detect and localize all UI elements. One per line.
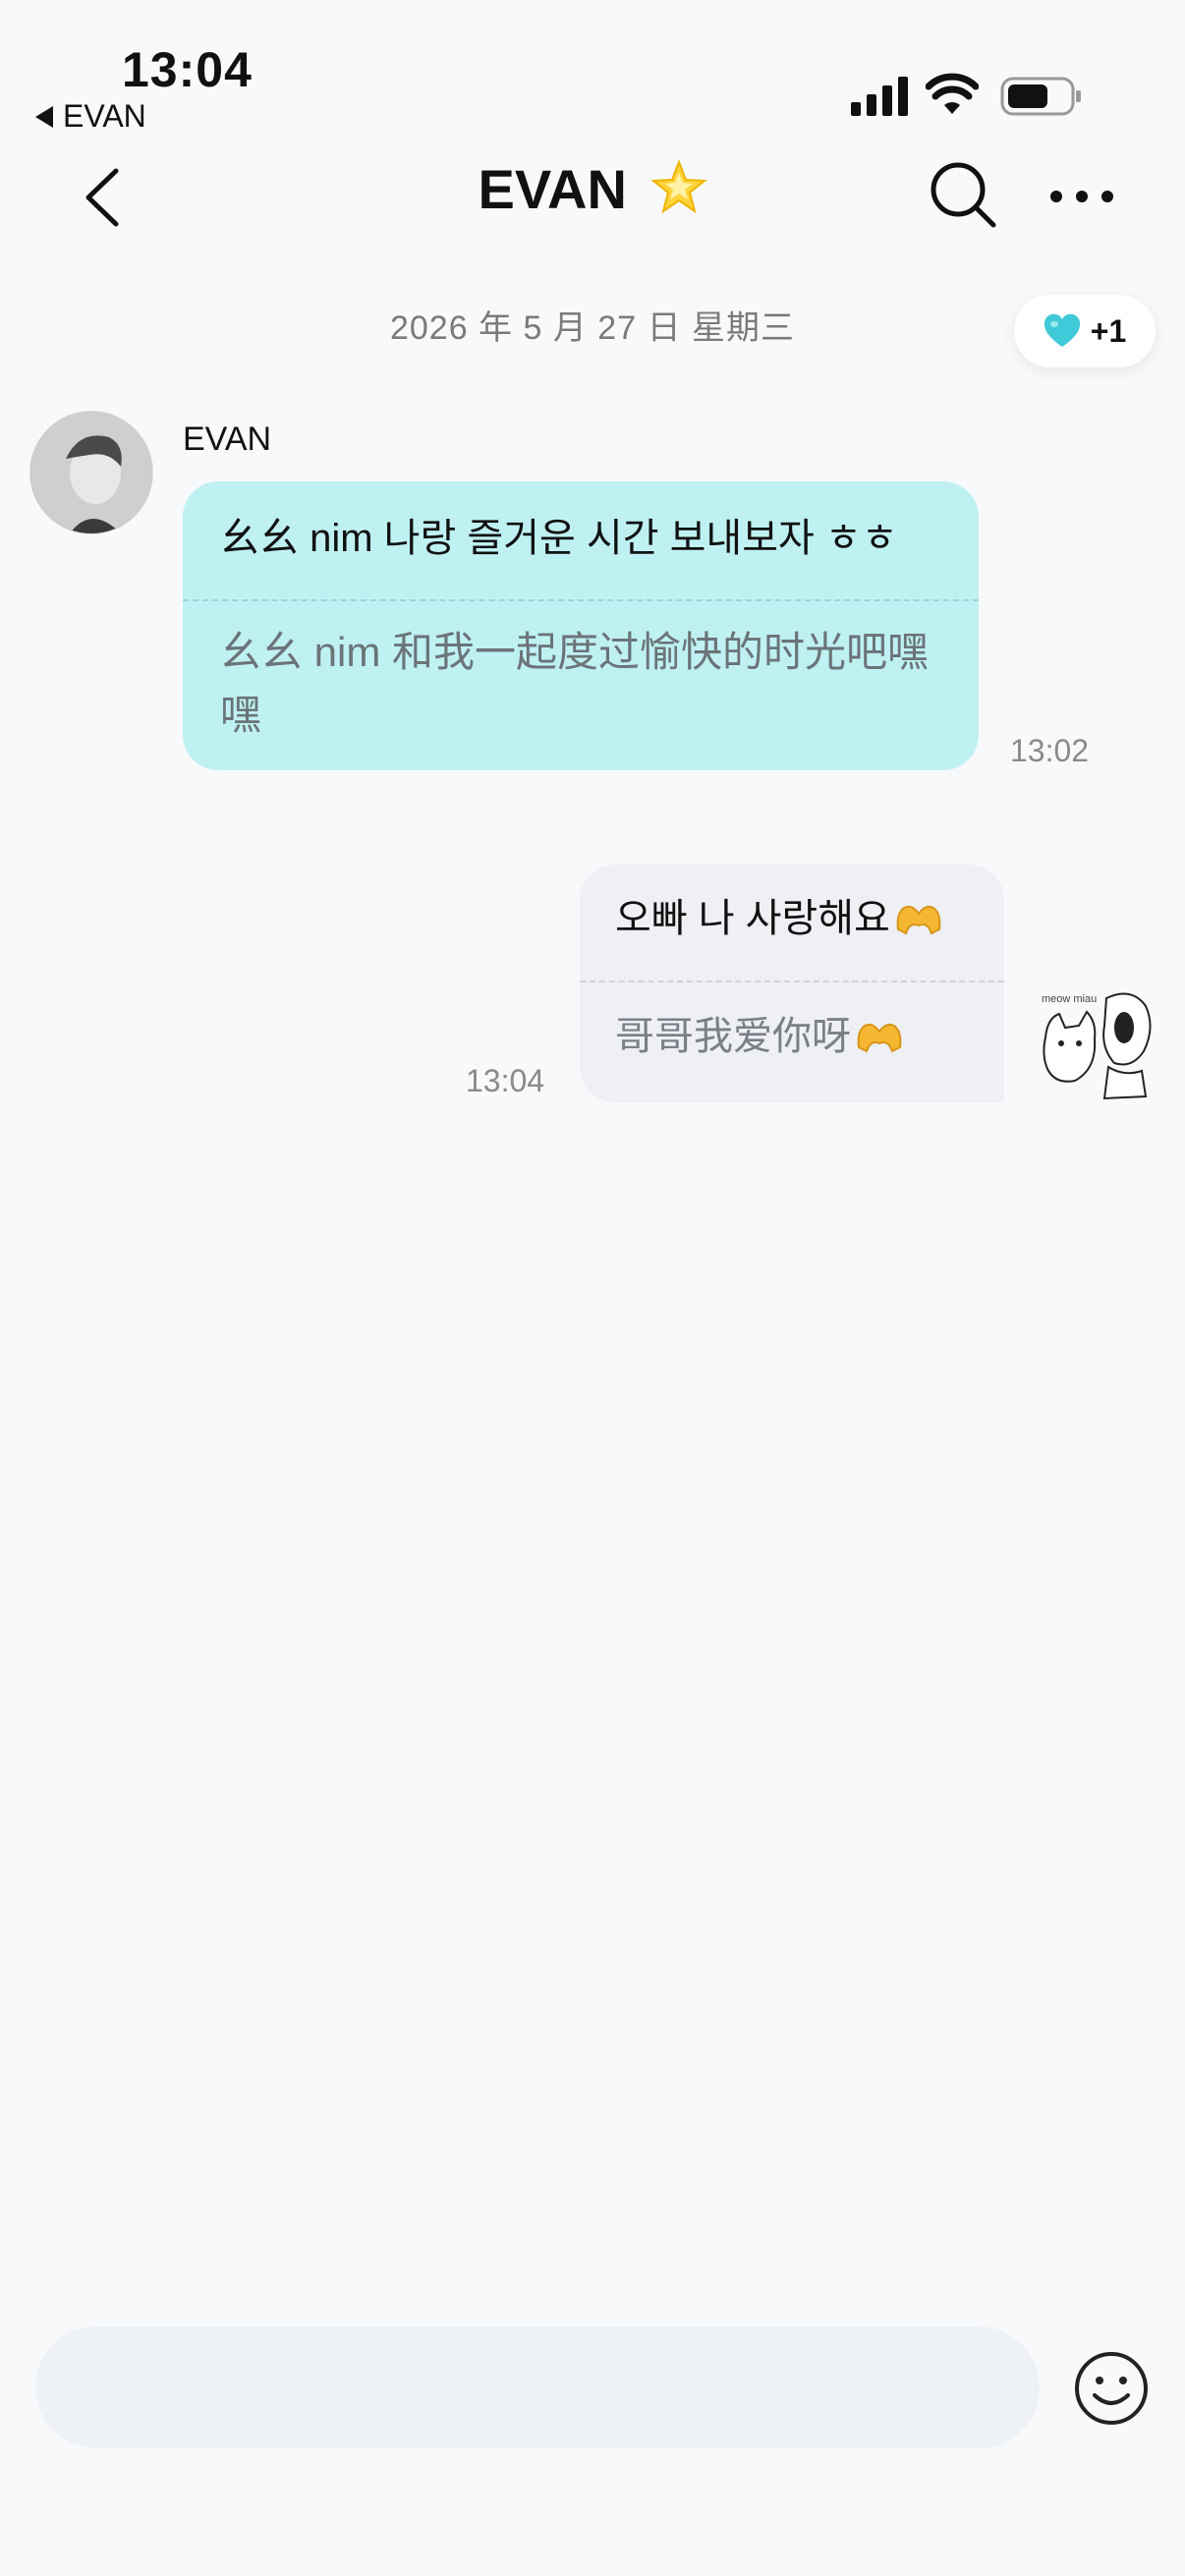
message-timestamp: 13:02 xyxy=(1010,733,1090,768)
incoming-message-bubble[interactable]: 幺幺 nim 나랑 즐거운 시간 보내보자 ㅎㅎ 幺幺 nim 和我一起度过愉快… xyxy=(183,481,979,770)
battery-icon xyxy=(1000,77,1081,116)
back-to-app-link[interactable]: EVAN xyxy=(35,98,146,135)
chat-title: EVAN xyxy=(0,157,1185,221)
translation-divider xyxy=(580,980,1004,982)
message-timestamp: 13:04 xyxy=(466,1063,545,1098)
more-options-icon[interactable] xyxy=(1047,185,1116,208)
message-original-text: 幺幺 nim 나랑 즐거운 시간 보내보자 ㅎㅎ xyxy=(220,517,898,560)
sender-name: EVAN xyxy=(183,420,272,458)
message-translation-text: 哥哥我爱你呀 xyxy=(615,1015,851,1058)
emoji-picker-icon[interactable] xyxy=(1073,2350,1150,2427)
back-app-label: EVAN xyxy=(63,98,146,134)
avatar[interactable] xyxy=(29,411,153,534)
wifi-icon xyxy=(926,73,979,114)
reaction-count: +1 xyxy=(1090,312,1127,349)
message-original-line: 오빠 나 사랑해요 xyxy=(615,890,943,947)
heart-hands-icon xyxy=(857,1023,902,1053)
date-separator: 2026 年 5 月 27 日 星期三 xyxy=(389,309,796,347)
reaction-badge[interactable]: +1 xyxy=(1014,295,1156,367)
avatar-portrait xyxy=(30,412,152,533)
message-original-text: 오빠 나 사랑해요 xyxy=(615,897,890,940)
message-translation-line: 哥哥我爱你呀 xyxy=(615,1008,904,1065)
translation-divider xyxy=(183,599,979,601)
cellular-signal-icon xyxy=(851,77,908,116)
back-triangle-icon xyxy=(35,105,53,128)
message-translation-text: 幺幺 nim 和我一起度过愉快的时光吧嘿嘿 xyxy=(220,629,930,738)
cat-sticker-avatar[interactable]: meow miau xyxy=(1036,979,1157,1104)
search-icon[interactable] xyxy=(928,159,998,230)
star-icon xyxy=(649,159,707,214)
outgoing-message-bubble[interactable]: 오빠 나 사랑해요 哥哥我爱你呀 xyxy=(580,865,1004,1102)
chat-title-text: EVAN xyxy=(478,158,627,220)
heart-hands-icon xyxy=(896,905,941,935)
status-time: 13:04 xyxy=(122,42,253,97)
message-input[interactable] xyxy=(35,2326,1040,2448)
heart-icon xyxy=(1044,313,1080,347)
sticker-text: meow miau xyxy=(1042,993,1097,1005)
